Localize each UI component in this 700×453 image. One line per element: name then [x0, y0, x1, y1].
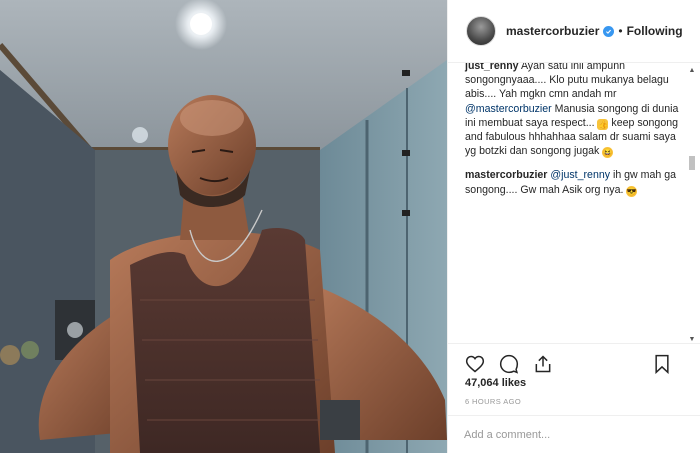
avatar[interactable]	[466, 16, 496, 46]
comment-icon	[499, 354, 519, 374]
scroll-up-arrow-icon[interactable]: ▲	[688, 67, 696, 74]
following-button[interactable]: Following	[627, 24, 683, 38]
comment-author[interactable]: mastercorbuzier	[465, 169, 547, 181]
scrollbar-thumb[interactable]	[689, 156, 695, 170]
post-username[interactable]: mastercorbuzier	[506, 24, 599, 38]
post-photo[interactable]	[0, 0, 447, 453]
share-button[interactable]	[532, 353, 554, 375]
like-button[interactable]	[464, 353, 486, 375]
likes-count[interactable]: 47,064 likes	[465, 377, 526, 389]
post-side-panel: mastercorbuzier • Following just_renny A…	[447, 0, 700, 453]
sunglasses-emoji-icon: 😎	[626, 185, 638, 197]
laughing-emoji-icon: 😆	[602, 147, 614, 159]
comments-scrollbar[interactable]: ▲ ▼	[688, 67, 696, 343]
comment-item: just_renny Ayah satu inii ampunn songong…	[465, 63, 683, 159]
bookmark-icon	[655, 354, 669, 374]
post-photo-illustration	[0, 0, 447, 453]
comment-mention[interactable]: @just_renny	[550, 169, 610, 181]
save-button[interactable]	[651, 353, 673, 375]
verified-badge-icon	[603, 25, 615, 37]
add-comment-area	[448, 415, 700, 453]
comment-mention[interactable]: @mastercorbuzier	[465, 103, 552, 115]
add-comment-input[interactable]	[464, 428, 685, 441]
post-timestamp[interactable]: 6 HOURS AGO	[465, 397, 521, 406]
comment-item: mastercorbuzier @just_renny ih gw mah ga…	[465, 168, 683, 197]
header-separator: •	[618, 24, 623, 38]
heart-icon	[465, 355, 485, 372]
share-icon	[535, 354, 551, 372]
comments-list[interactable]: just_renny Ayah satu inii ampunn songong…	[448, 63, 700, 343]
thumbs-up-emoji-icon: 👍	[597, 118, 609, 130]
post-header: mastercorbuzier • Following	[448, 0, 700, 63]
comment-author[interactable]: just_renny	[465, 63, 519, 72]
comment-button[interactable]	[498, 353, 520, 375]
